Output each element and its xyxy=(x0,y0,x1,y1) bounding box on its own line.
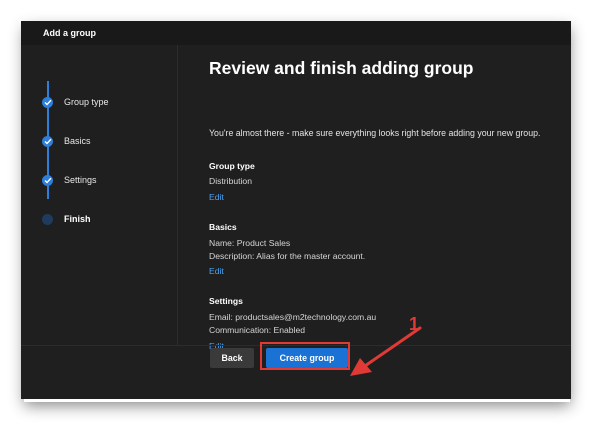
intro-text: You're almost there - make sure everythi… xyxy=(209,128,541,138)
annotation-highlight-box xyxy=(260,342,350,370)
settings-title: Settings xyxy=(209,296,243,306)
wizard-steps: Group type Basics Settings Finish xyxy=(21,45,177,345)
back-button[interactable]: Back xyxy=(210,348,254,368)
basics-description: Description: Alias for the master accoun… xyxy=(209,251,366,261)
page-title: Review and finish adding group xyxy=(209,58,474,78)
step-label: Group type xyxy=(64,97,109,107)
group-type-value: Distribution xyxy=(209,176,252,186)
settings-email: Email: productsales@m2technology.com.au xyxy=(209,312,377,322)
step-label: Settings xyxy=(64,175,97,185)
group-type-title: Group type xyxy=(209,161,255,171)
sidebar-divider xyxy=(177,45,178,345)
settings-communication: Communication: Enabled xyxy=(209,325,306,335)
edit-basics-link[interactable]: Edit xyxy=(209,266,224,276)
check-icon xyxy=(42,96,53,108)
step-label: Basics xyxy=(64,136,91,146)
step-basics[interactable]: Basics xyxy=(42,134,91,148)
step-settings[interactable]: Settings xyxy=(42,173,97,187)
annotation-number: 1 xyxy=(409,314,420,334)
basics-name: Name: Product Sales xyxy=(209,238,291,248)
step-group-type[interactable]: Group type xyxy=(42,95,109,109)
edit-group-type-link[interactable]: Edit xyxy=(209,192,224,202)
panel-title: Add a group xyxy=(21,21,571,45)
step-label: Finish xyxy=(64,214,91,224)
check-icon xyxy=(42,135,53,147)
current-step-icon xyxy=(42,213,53,225)
check-icon xyxy=(42,174,53,186)
basics-title: Basics xyxy=(209,222,237,232)
step-finish: Finish xyxy=(42,212,91,226)
